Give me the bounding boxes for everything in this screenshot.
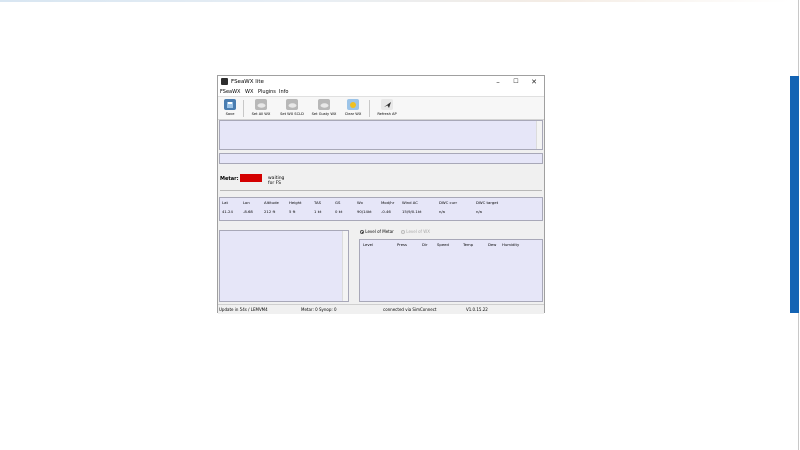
cloud-icon: [318, 99, 330, 110]
status-metar-count: Metar: 0 Synop: 0: [301, 307, 337, 312]
set-all-wx-button[interactable]: Set All WX: [249, 99, 273, 118]
toolbar-separator: [369, 100, 370, 117]
background-window-edge: [790, 76, 799, 313]
set-gusty-wx-label: Set Gusty WX: [311, 112, 337, 116]
menu-fseawx[interactable]: FSeaWX: [220, 89, 240, 95]
save-label: Save: [225, 112, 235, 116]
levels-header: Level: [363, 242, 374, 247]
clear-wx-button[interactable]: Clear WX: [343, 99, 363, 118]
toolbar: Save Set All WX Set WX SCLD Set Gusty WX: [218, 97, 544, 120]
set-wx-scld-label: Set WX SCLD: [280, 112, 304, 116]
grid-value: -0.46: [381, 209, 391, 214]
grid-value: 15/9/0.1kt: [402, 209, 422, 214]
maximize-button[interactable]: ☐: [507, 77, 525, 87]
set-all-wx-label: Set All WX: [251, 112, 271, 116]
position-grid: Lat Lon Altitude Height TAS GS Wx Mod/hr…: [219, 197, 543, 221]
airplane-icon: [381, 99, 393, 110]
app-icon: [221, 78, 228, 85]
level-of-metar-radio[interactable]: [360, 230, 364, 234]
grid-header: Wx: [357, 200, 364, 205]
status-update: Update in 54s / LEMVM4: [219, 307, 268, 312]
status-input[interactable]: [219, 153, 543, 164]
title-bar[interactable]: FSeaWX lite – ☐ ✕: [218, 76, 544, 88]
status-connection: connected via SimConnect: [383, 307, 437, 312]
window-title: FSeaWX lite: [231, 79, 264, 85]
menu-bar: FSeaWX WX Plugins Info: [218, 88, 544, 97]
levels-header: Press: [397, 242, 407, 247]
grid-value: 41.24: [222, 209, 233, 214]
levels-header: Dir: [422, 242, 428, 247]
minimize-button[interactable]: –: [489, 77, 507, 87]
grid-value: 5 ft: [289, 209, 296, 214]
grid-header: Lat: [222, 200, 228, 205]
menu-plugins[interactable]: Plugins: [258, 89, 276, 95]
status-version: V1.0.15.22: [466, 307, 488, 312]
grid-value: 90/14kt: [357, 209, 372, 214]
status-bar: Update in 54s / LEMVM4 Metar: 0 Synop: 0…: [218, 304, 544, 314]
refresh-ap-label: Refresh AP: [377, 112, 397, 116]
grid-value: n/a: [439, 209, 446, 214]
clear-wx-label: Clear WX: [344, 112, 362, 116]
cloud-icon: [255, 99, 267, 110]
level-of-wx-option[interactable]: Level of WX: [401, 229, 430, 234]
save-button[interactable]: Save: [221, 99, 239, 118]
desktop-right-edge: [790, 0, 800, 450]
grid-header: Altitude: [264, 200, 279, 205]
level-of-wx-radio[interactable]: [401, 230, 405, 234]
grid-value: n/a: [476, 209, 483, 214]
metar-text-area[interactable]: [219, 120, 543, 150]
app-window: FSeaWX lite – ☐ ✕ FSeaWX WX Plugins Info…: [217, 75, 545, 314]
wx-info-panel[interactable]: [219, 230, 349, 302]
levels-header: Speed: [437, 242, 449, 247]
menu-wx[interactable]: WX: [245, 89, 253, 95]
metar-status-text: waiting for FS: [268, 176, 285, 186]
set-wx-scld-button[interactable]: Set WX SCLD: [278, 99, 306, 118]
level-of-wx-label: Level of WX: [406, 229, 430, 234]
levels-header: Temp: [463, 242, 474, 247]
set-gusty-wx-button[interactable]: Set Gusty WX: [310, 99, 338, 118]
grid-value: 0 kt: [335, 209, 343, 214]
levels-header: Dew: [488, 242, 497, 247]
wx-info-scrollbar[interactable]: [342, 231, 348, 301]
level-of-metar-option[interactable]: Level of Metar: [360, 229, 394, 234]
cloud-icon: [286, 99, 298, 110]
toolbar-separator: [243, 100, 244, 117]
grid-header: Mod/hr: [381, 200, 395, 205]
grid-header: Wind AC: [402, 200, 418, 205]
sun-icon: [347, 99, 359, 110]
grid-header: Lon: [243, 200, 250, 205]
level-of-metar-label: Level of Metar: [365, 229, 394, 234]
menu-info[interactable]: Info: [279, 89, 288, 95]
grid-value: 1 kt: [314, 209, 322, 214]
refresh-ap-button[interactable]: Refresh AP: [376, 99, 398, 118]
grid-header: TAS: [314, 200, 322, 205]
close-button[interactable]: ✕: [525, 77, 543, 87]
grid-value: -8.68: [243, 209, 253, 214]
desktop-top-strip: [0, 0, 790, 2]
grid-header: DWC curr: [439, 200, 458, 205]
metar-label: Metar:: [220, 176, 239, 182]
save-icon: [224, 99, 236, 110]
metar-status-badge: [240, 174, 262, 182]
grid-header: Height: [289, 200, 302, 205]
grid-header: DWC target: [476, 200, 499, 205]
divider: [220, 190, 542, 191]
metar-scrollbar[interactable]: [536, 121, 542, 149]
levels-table: Level Press Dir Speed Temp Dew Humidity: [359, 239, 543, 302]
grid-header: GS: [335, 200, 341, 205]
grid-value: 212 ft: [264, 209, 276, 214]
levels-header: Humidity: [502, 242, 520, 247]
